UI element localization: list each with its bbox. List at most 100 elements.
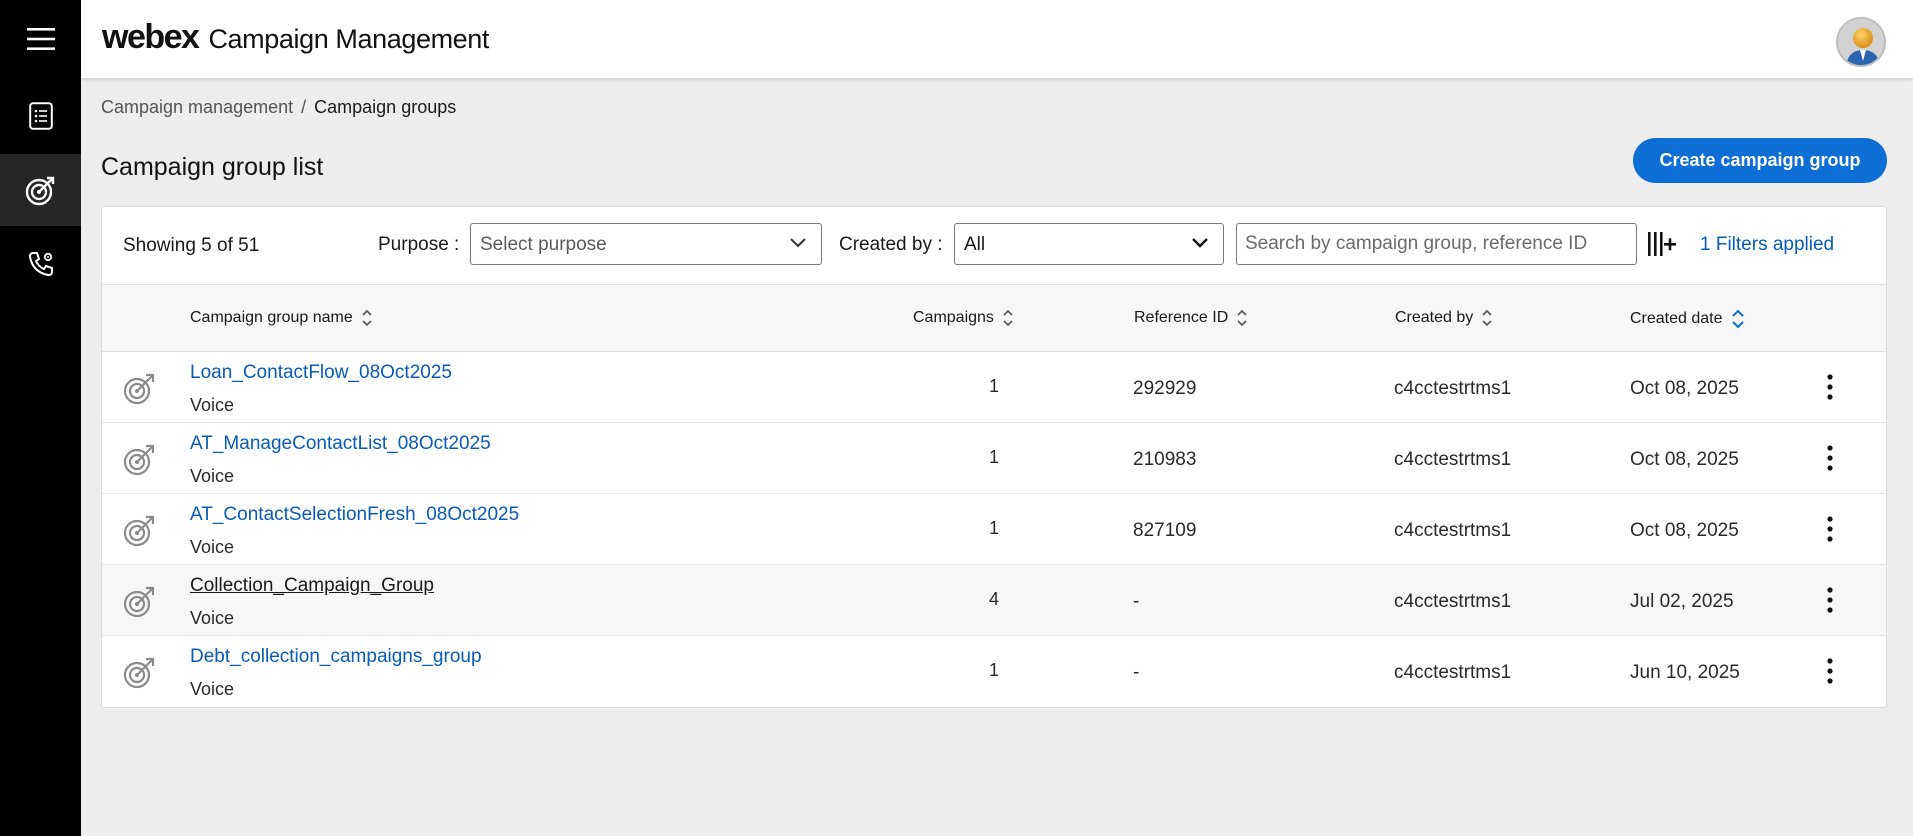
campaigns-count: 4 [988,589,999,609]
column-header-campaigns-label: Campaigns [913,309,994,326]
more-vertical-icon [1827,658,1833,684]
breadcrumb-current: Campaign groups [314,97,457,117]
column-header-name[interactable]: Campaign group name [190,308,373,328]
chevron-down-icon [790,238,806,248]
created-date: Oct 08, 2025 [1630,378,1739,399]
nav-item-campaigns[interactable] [0,154,81,226]
created-by: c4cctestrtms1 [1394,378,1512,399]
row-actions-button[interactable] [1815,514,1845,544]
campaigns-count: 1 [988,660,999,680]
table-toolbar: Showing 5 of 51 Purpose : Select purpose… [102,207,1886,285]
created-by: c4cctestrtms1 [1394,449,1512,470]
campaign-group-type: Voice [190,679,235,699]
column-header-created-date[interactable]: Created date [1630,308,1745,330]
reference-id: - [1133,591,1140,612]
reference-id: 827109 [1133,520,1197,541]
created-by-select[interactable]: All [954,223,1224,265]
column-header-reference-id[interactable]: Reference ID [1134,308,1248,328]
campaign-group-type: Voice [190,466,235,486]
menu-icon [26,28,55,50]
reference-id: 210983 [1133,449,1197,470]
breadcrumb: Campaign management / Campaign groups [101,97,456,118]
campaign-group-type: Voice [190,537,235,557]
column-header-created-date-label: Created date [1630,310,1723,327]
row-actions-button[interactable] [1815,585,1845,615]
campaign-group-link[interactable]: Collection_Campaign_Group [190,575,434,597]
table-row: Loan_ContactFlow_08Oct2025 Voice 1 29292… [102,352,1886,423]
more-vertical-icon [1827,516,1833,542]
webex-logo: webex [102,18,200,56]
menu-button[interactable] [0,3,81,75]
page-title: Campaign group list [101,153,324,181]
column-header-created-by-label: Created by [1395,309,1474,326]
campaigns-count: 1 [988,447,999,467]
list-icon [28,102,53,130]
sort-icon [362,309,372,327]
row-actions-button[interactable] [1815,372,1845,402]
nav-item-dialer[interactable] [0,228,81,300]
sort-active-icon [1731,309,1744,329]
app-title: Campaign Management [208,24,490,54]
top-header: webex Campaign Management [81,0,1913,79]
table-row: AT_ContactSelectionFresh_08Oct2025 Voice… [102,494,1886,565]
created-by-label: Created by : [839,234,943,255]
breadcrumb-separator: / [301,97,307,117]
create-campaign-group-button[interactable]: Create campaign group [1633,138,1887,183]
campaign-target-icon [123,373,155,405]
campaign-group-link[interactable]: AT_ContactSelectionFresh_08Oct2025 [190,504,519,526]
more-vertical-icon [1827,374,1833,400]
created-date: Jul 02, 2025 [1630,591,1734,612]
row-actions-button[interactable] [1815,656,1845,686]
sort-icon [1237,309,1247,327]
sort-icon [1003,309,1013,327]
column-header-reference-id-label: Reference ID [1134,309,1229,326]
column-settings-icon[interactable] [1647,231,1677,257]
filters-applied-link[interactable]: 1 Filters applied [1700,234,1834,256]
left-nav-rail [0,0,81,836]
column-header-campaigns[interactable]: Campaigns [913,308,1014,328]
chevron-down-icon [1192,238,1208,248]
showing-count: Showing 5 of 51 [123,235,260,256]
more-vertical-icon [1827,445,1833,471]
column-header-name-label: Campaign group name [190,309,353,326]
campaigns-count: 1 [988,376,999,396]
campaign-group-link[interactable]: Loan_ContactFlow_08Oct2025 [190,362,452,384]
user-avatar-icon [1838,19,1884,65]
column-header-created-by[interactable]: Created by [1395,308,1493,328]
more-vertical-icon [1827,587,1833,613]
purpose-select[interactable]: Select purpose [470,223,822,265]
table-row: Debt_collection_campaigns_group Voice 1 … [102,636,1886,707]
purpose-select-value: Select purpose [480,234,607,255]
created-by: c4cctestrtms1 [1394,520,1512,541]
reference-id: - [1133,662,1140,683]
created-date: Jun 10, 2025 [1630,662,1740,683]
user-avatar[interactable] [1836,17,1886,67]
table-row: AT_ManageContactList_08Oct2025 Voice 1 2… [102,423,1886,494]
campaign-group-table-card: Showing 5 of 51 Purpose : Select purpose… [101,206,1887,708]
created-by: c4cctestrtms1 [1394,662,1512,683]
breadcrumb-campaign-management[interactable]: Campaign management [101,97,293,118]
sort-icon [1482,309,1492,327]
created-date: Oct 08, 2025 [1630,449,1739,470]
table-row: Collection_Campaign_Group Voice 4 - c4cc… [102,565,1886,636]
campaign-group-type: Voice [190,608,235,628]
reference-id: 292929 [1133,378,1197,399]
campaign-group-link[interactable]: AT_ManageContactList_08Oct2025 [190,433,491,455]
campaign-target-icon [123,515,155,547]
campaign-target-icon [123,444,155,476]
campaign-group-type: Voice [190,395,235,415]
campaign-target-icon [123,657,155,689]
created-by-select-value: All [964,234,986,255]
brand: webex Campaign Management [102,18,489,57]
nav-item-list[interactable] [0,80,81,152]
search-input[interactable] [1236,223,1637,265]
purpose-label: Purpose : [378,234,460,255]
created-date: Oct 08, 2025 [1630,520,1739,541]
created-by: c4cctestrtms1 [1394,591,1512,612]
campaigns-count: 1 [988,518,999,538]
row-actions-button[interactable] [1815,443,1845,473]
phone-settings-icon [28,252,53,277]
campaign-target-icon [123,586,155,618]
campaign-group-link[interactable]: Debt_collection_campaigns_group [190,646,482,668]
target-icon [25,176,54,206]
